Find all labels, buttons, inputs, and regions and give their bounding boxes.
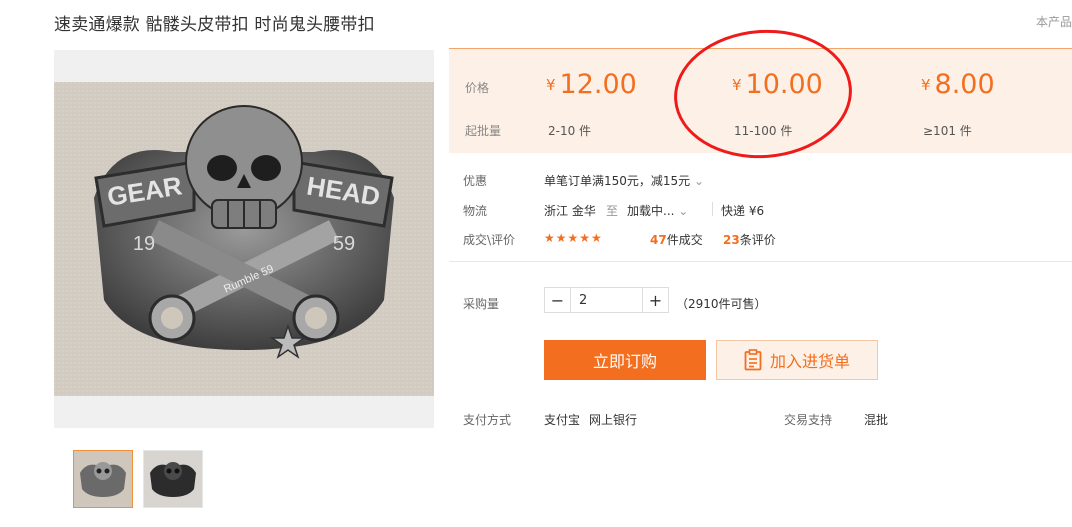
image-text-year-right: 59: [333, 233, 355, 255]
logistics-label: 物流: [463, 204, 488, 218]
product-title: 速卖通爆款 骷髅头皮带扣 时尚鬼头腰带扣: [54, 15, 375, 35]
main-product-image[interactable]: GEAR HEAD Rumble 59 19 59: [54, 50, 434, 428]
review-count: 23: [723, 233, 740, 247]
quantity-input[interactable]: 2: [571, 287, 642, 313]
buy-now-button[interactable]: 立即订购: [544, 340, 706, 380]
ship-to-word: 至: [606, 204, 619, 218]
discount-label: 优惠: [463, 174, 488, 188]
currency-symbol: ¥: [546, 76, 556, 94]
review-unit: 条评价: [739, 233, 776, 247]
price-tier-3: ¥8.00: [921, 69, 995, 100]
thumbnail-1[interactable]: [73, 450, 133, 508]
deals-count: 47: [650, 233, 667, 247]
payment-method-bank: 网上银行: [589, 413, 638, 427]
add-to-cart-button[interactable]: 加入进货单: [716, 340, 878, 380]
min-order-label: 起批量: [465, 124, 502, 138]
price-label: 价格: [465, 81, 490, 95]
shipping-fee: 快递 ¥6: [721, 204, 765, 218]
price-panel: 价格 起批量 ¥12.00 2-10 件 ¥10.00 11-100 件 ¥8.…: [449, 23, 1072, 165]
image-text-year-left: 19: [133, 233, 155, 255]
available-stock: （2910件可售）: [676, 297, 767, 311]
list-icon: [744, 349, 762, 371]
trade-support-label: 交易支持: [784, 413, 833, 427]
discount-text: 单笔订单满150元，减15元: [544, 174, 691, 188]
decrease-button[interactable]: −: [544, 287, 571, 313]
quantity-stepper: − 2 +: [544, 287, 669, 313]
payment-label: 支付方式: [463, 413, 512, 427]
price-tier-3-range: ≥101 件: [923, 124, 972, 138]
destination-text: 加载中...: [627, 204, 675, 218]
price-value: 12.00: [559, 69, 637, 100]
price-tier-1-range: 2-10 件: [548, 124, 592, 138]
discount-dropdown[interactable]: 单笔订单满150元，减15元 ⌄: [544, 172, 704, 189]
section-divider: [449, 261, 1072, 262]
add-to-cart-label: 加入进货单: [769, 352, 850, 371]
price-value: 8.00: [934, 69, 995, 100]
deals-unit: 件成交: [666, 233, 703, 247]
quantity-label: 采购量: [463, 297, 500, 311]
payment-method-alipay: 支付宝: [544, 413, 581, 427]
divider: [712, 202, 713, 216]
thumbnail-2[interactable]: [143, 450, 203, 508]
reviews-link[interactable]: 23条评价: [723, 231, 776, 248]
price-tier-1: ¥12.00: [546, 69, 637, 100]
increase-button[interactable]: +: [642, 287, 669, 313]
chevron-down-icon: ⌄: [694, 174, 705, 188]
deals-link[interactable]: 47件成交: [650, 231, 703, 248]
ship-from: 浙江 金华: [544, 204, 596, 218]
star-rating: ★★★★★: [544, 231, 603, 245]
annotation-circle: [669, 23, 857, 165]
corner-text: 本产品: [1035, 15, 1072, 29]
trade-support-value: 混批: [864, 413, 889, 427]
currency-symbol: ¥: [921, 76, 931, 94]
destination-select[interactable]: 加载中... ⌄: [627, 202, 688, 219]
chevron-down-icon: ⌄: [678, 204, 689, 218]
reviews-label: 成交\评价: [463, 233, 516, 247]
